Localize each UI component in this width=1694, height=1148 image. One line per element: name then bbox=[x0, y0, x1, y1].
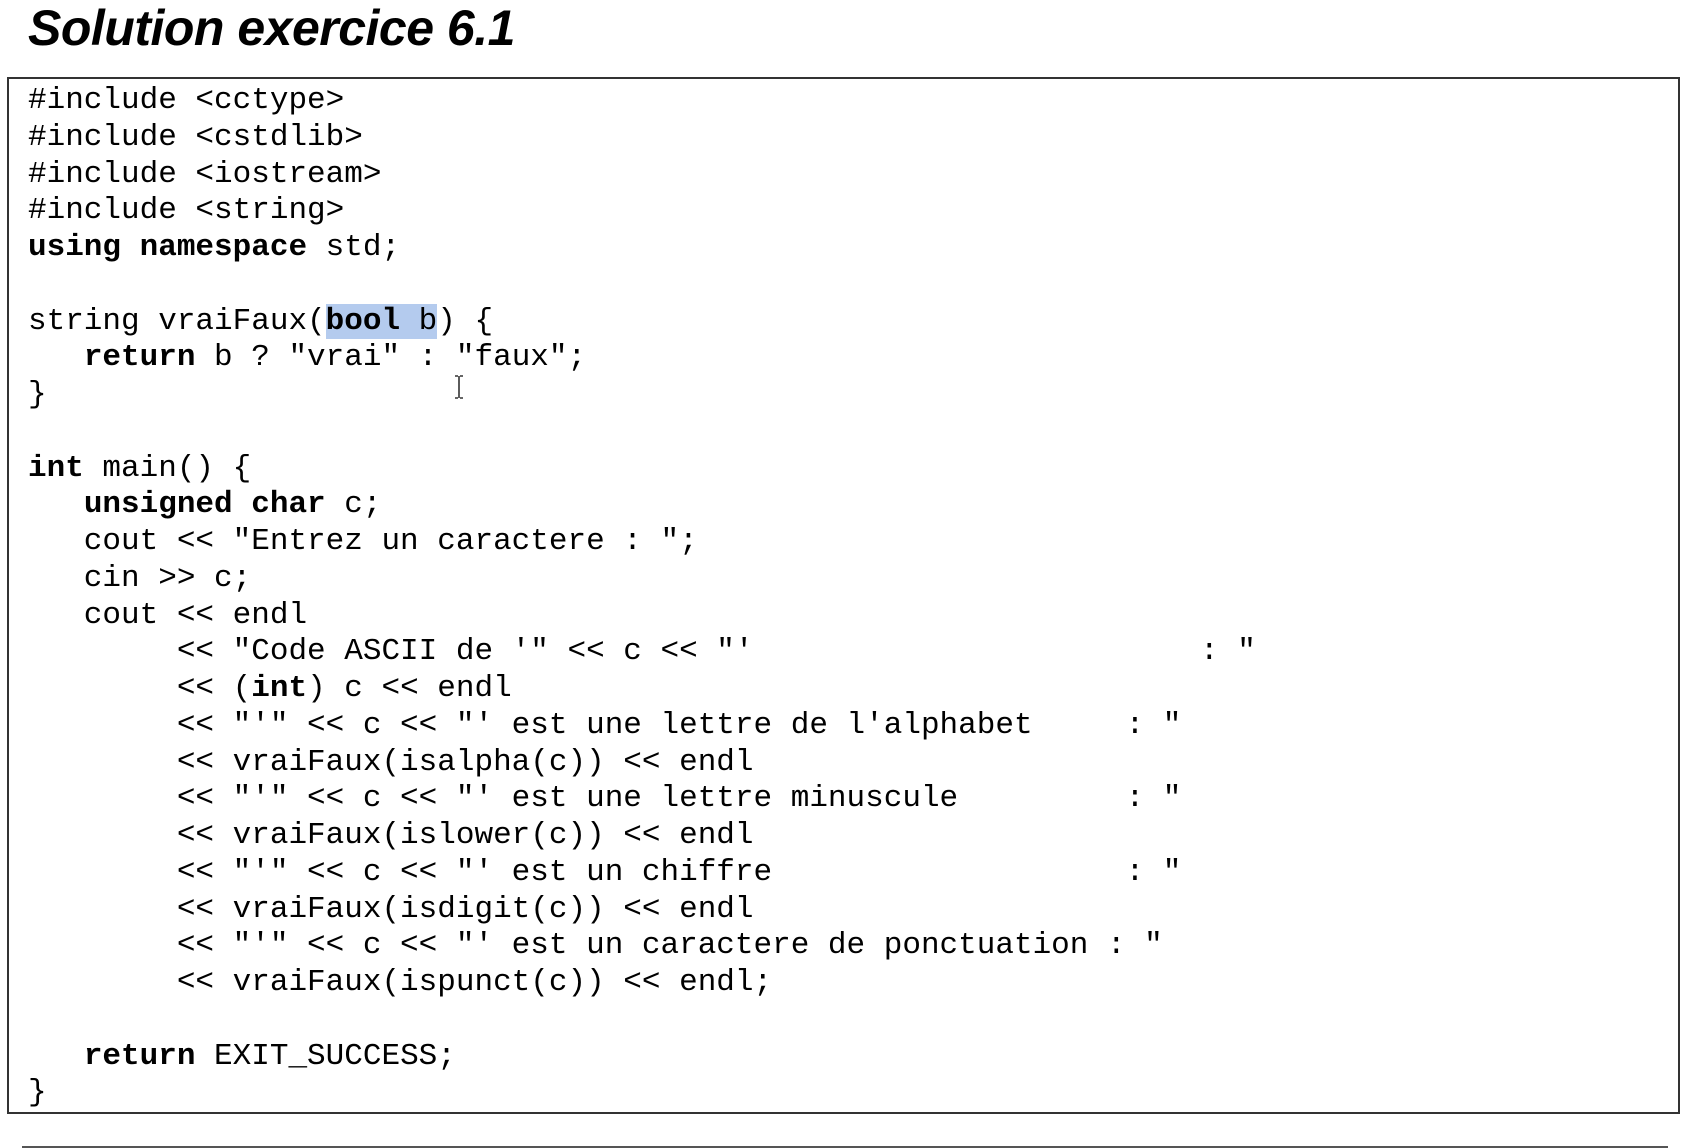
code-line: << vraiFaux(isdigit(c)) << endl bbox=[28, 891, 754, 927]
code-line: #include <string> bbox=[28, 193, 345, 229]
code-line: << "'" << c << "' est un chiffre : " bbox=[28, 854, 1182, 890]
page-title: Solution exercice 6.1 bbox=[28, 0, 515, 56]
code-line: << (int) c << endl bbox=[28, 671, 512, 706]
code-line: #include <iostream> bbox=[28, 156, 382, 192]
code-line: << vraiFaux(islower(c)) << endl bbox=[28, 818, 754, 853]
code-line: << "'" << c << "' est une lettre de l'al… bbox=[28, 707, 1182, 743]
code-line: #include <cstdlib> bbox=[28, 119, 363, 155]
code-line: unsigned char c; bbox=[83, 487, 382, 523]
text-cursor-icon bbox=[455, 375, 463, 399]
code-line: } bbox=[28, 1075, 47, 1111]
code-line: << "Code ASCII de '" << c << "' : " bbox=[28, 634, 1256, 670]
code-listing-box: #include <cctype> #include <cstdlib> #incl… bbox=[7, 77, 1680, 1114]
code-line: << vraiFaux(isalpha(c)) << endl bbox=[28, 744, 754, 780]
code-line: using namespace std; bbox=[28, 230, 401, 265]
code-line: int main() { bbox=[28, 450, 252, 486]
code-line: cin >> c; bbox=[28, 560, 252, 596]
code-line: cout << endl bbox=[28, 597, 308, 633]
code-line: string vraiFaux(bool b) { bbox=[28, 303, 494, 339]
code-line: return b ? "vrai" : "faux"; bbox=[83, 340, 587, 376]
code-line: << "'" << c << "' est un caractere de po… bbox=[28, 928, 1163, 964]
text-selection[interactable]: bool b bbox=[325, 303, 438, 339]
code-line: return EXIT_SUCCESS; bbox=[83, 1038, 456, 1074]
code-listing[interactable]: #include <cctype> #include <cstdlib> #incl… bbox=[28, 83, 1256, 1112]
code-line: << vraiFaux(ispunct(c)) << endl; bbox=[28, 965, 773, 1000]
code-line: cout << "Entrez un caractere : "; bbox=[28, 524, 698, 559]
code-line: #include <cctype> bbox=[28, 83, 345, 118]
code-line: } bbox=[28, 377, 47, 412]
code-line: << "'" << c << "' est une lettre minuscu… bbox=[28, 781, 1182, 817]
